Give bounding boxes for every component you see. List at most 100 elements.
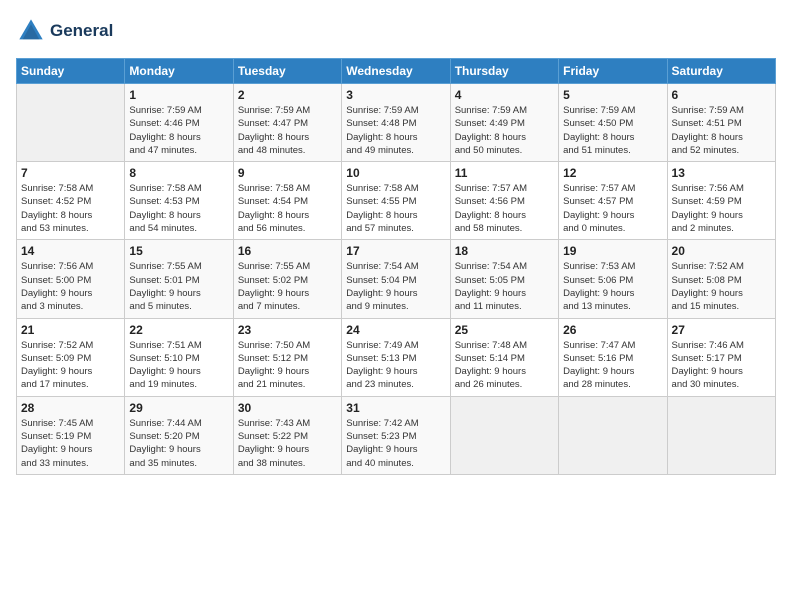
day-info: Sunrise: 7:58 AM Sunset: 4:54 PM Dayligh… [238,182,337,235]
day-info: Sunrise: 7:49 AM Sunset: 5:13 PM Dayligh… [346,339,445,392]
day-info: Sunrise: 7:59 AM Sunset: 4:51 PM Dayligh… [672,104,771,157]
calendar-cell: 4 Sunrise: 7:59 AM Sunset: 4:49 PM Daylig… [450,84,558,162]
calendar-cell: 2 Sunrise: 7:59 AM Sunset: 4:47 PM Daylig… [233,84,341,162]
day-number: 24 [346,323,445,337]
day-info: Sunrise: 7:59 AM Sunset: 4:47 PM Dayligh… [238,104,337,157]
day-info: Sunrise: 7:42 AM Sunset: 5:23 PM Dayligh… [346,417,445,470]
day-info: Sunrise: 7:56 AM Sunset: 4:59 PM Dayligh… [672,182,771,235]
day-number: 22 [129,323,228,337]
day-number: 11 [455,166,554,180]
calendar-cell: 3Sunrise: 7:59 AM Sunset: 4:48 PM Daylig… [342,84,450,162]
day-number: 27 [672,323,771,337]
day-info: Sunrise: 7:48 AM Sunset: 5:14 PM Dayligh… [455,339,554,392]
calendar-cell [450,396,558,474]
day-number: 13 [672,166,771,180]
day-info: Sunrise: 7:54 AM Sunset: 5:04 PM Dayligh… [346,260,445,313]
calendar-body: 1 Sunrise: 7:59 AM Sunset: 4:46 PM Daylig… [17,84,776,475]
day-info: Sunrise: 7:59 AM Sunset: 4:49 PM Dayligh… [455,104,554,157]
day-info: Sunrise: 7:51 AM Sunset: 5:10 PM Dayligh… [129,339,228,392]
calendar-cell: 30 Sunrise: 7:43 AM Sunset: 5:22 PM Dayli… [233,396,341,474]
day-number: 29 [129,401,228,415]
day-info: Sunrise: 7:59 AM Sunset: 4:50 PM Dayligh… [563,104,662,157]
calendar-cell: 9 Sunrise: 7:58 AM Sunset: 4:54 PM Daylig… [233,162,341,240]
day-number: 23 [238,323,337,337]
calendar-cell: 14Sunrise: 7:56 AM Sunset: 5:00 PM Dayli… [17,240,125,318]
weekday-header-thursday: Thursday [450,59,558,84]
header: General [16,16,776,46]
calendar-cell: 22 Sunrise: 7:51 AM Sunset: 5:10 PM Dayli… [125,318,233,396]
day-info: Sunrise: 7:58 AM Sunset: 4:55 PM Dayligh… [346,182,445,235]
day-info: Sunrise: 7:52 AM Sunset: 5:08 PM Dayligh… [672,260,771,313]
day-number: 9 [238,166,337,180]
logo-icon [16,16,46,46]
day-info: Sunrise: 7:58 AM Sunset: 4:52 PM Dayligh… [21,182,120,235]
calendar-cell: 17 Sunrise: 7:54 AM Sunset: 5:04 PM Dayli… [342,240,450,318]
day-number: 25 [455,323,554,337]
day-number: 17 [346,244,445,258]
day-number: 30 [238,401,337,415]
day-info: Sunrise: 7:55 AM Sunset: 5:02 PM Dayligh… [238,260,337,313]
calendar-cell: 28 Sunrise: 7:45 AM Sunset: 5:19 PM Dayli… [17,396,125,474]
calendar-cell [17,84,125,162]
day-number: 18 [455,244,554,258]
calendar-cell: 5 Sunrise: 7:59 AM Sunset: 4:50 PM Daylig… [559,84,667,162]
day-number: 8 [129,166,228,180]
calendar-cell: 18 Sunrise: 7:54 AM Sunset: 5:05 PM Dayli… [450,240,558,318]
day-info: Sunrise: 7:59 AM Sunset: 4:46 PM Dayligh… [129,104,228,157]
weekday-header-tuesday: Tuesday [233,59,341,84]
day-info: Sunrise: 7:44 AM Sunset: 5:20 PM Dayligh… [129,417,228,470]
day-info: Sunrise: 7:54 AM Sunset: 5:05 PM Dayligh… [455,260,554,313]
calendar-cell: 25 Sunrise: 7:48 AM Sunset: 5:14 PM Dayli… [450,318,558,396]
weekday-header-saturday: Saturday [667,59,775,84]
day-number: 1 [129,88,228,102]
calendar-cell: 23 Sunrise: 7:50 AM Sunset: 5:12 PM Dayli… [233,318,341,396]
weekday-header-friday: Friday [559,59,667,84]
day-number: 2 [238,88,337,102]
calendar-cell [667,396,775,474]
day-info: Sunrise: 7:56 AM Sunset: 5:00 PM Dayligh… [21,260,120,313]
day-info: Sunrise: 7:50 AM Sunset: 5:12 PM Dayligh… [238,339,337,392]
day-number: 5 [563,88,662,102]
calendar-week-4: 21 Sunrise: 7:52 AM Sunset: 5:09 PM Dayli… [17,318,776,396]
calendar-cell [559,396,667,474]
calendar-cell: 13 Sunrise: 7:56 AM Sunset: 4:59 PM Dayli… [667,162,775,240]
day-info: Sunrise: 7:57 AM Sunset: 4:57 PM Dayligh… [563,182,662,235]
weekday-header-monday: Monday [125,59,233,84]
calendar-cell: 12Sunrise: 7:57 AM Sunset: 4:57 PM Dayli… [559,162,667,240]
day-number: 16 [238,244,337,258]
calendar-cell: 15Sunrise: 7:55 AM Sunset: 5:01 PM Dayli… [125,240,233,318]
calendar-table: SundayMondayTuesdayWednesdayThursdayFrid… [16,58,776,475]
calendar-cell: 31Sunrise: 7:42 AM Sunset: 5:23 PM Dayli… [342,396,450,474]
day-number: 21 [21,323,120,337]
weekday-header-row: SundayMondayTuesdayWednesdayThursdayFrid… [17,59,776,84]
calendar-cell: 27 Sunrise: 7:46 AM Sunset: 5:17 PM Dayli… [667,318,775,396]
day-number: 10 [346,166,445,180]
day-info: Sunrise: 7:53 AM Sunset: 5:06 PM Dayligh… [563,260,662,313]
day-info: Sunrise: 7:52 AM Sunset: 5:09 PM Dayligh… [21,339,120,392]
calendar-cell: 20Sunrise: 7:52 AM Sunset: 5:08 PM Dayli… [667,240,775,318]
day-info: Sunrise: 7:45 AM Sunset: 5:19 PM Dayligh… [21,417,120,470]
calendar-cell: 16 Sunrise: 7:55 AM Sunset: 5:02 PM Dayli… [233,240,341,318]
calendar-week-2: 7 Sunrise: 7:58 AM Sunset: 4:52 PM Daylig… [17,162,776,240]
day-number: 26 [563,323,662,337]
day-info: Sunrise: 7:55 AM Sunset: 5:01 PM Dayligh… [129,260,228,313]
day-info: Sunrise: 7:43 AM Sunset: 5:22 PM Dayligh… [238,417,337,470]
weekday-header-wednesday: Wednesday [342,59,450,84]
calendar-cell: 8 Sunrise: 7:58 AM Sunset: 4:53 PM Daylig… [125,162,233,240]
day-info: Sunrise: 7:58 AM Sunset: 4:53 PM Dayligh… [129,182,228,235]
weekday-header-sunday: Sunday [17,59,125,84]
day-info: Sunrise: 7:47 AM Sunset: 5:16 PM Dayligh… [563,339,662,392]
calendar-cell: 26 Sunrise: 7:47 AM Sunset: 5:16 PM Dayli… [559,318,667,396]
calendar-week-3: 14Sunrise: 7:56 AM Sunset: 5:00 PM Dayli… [17,240,776,318]
day-number: 28 [21,401,120,415]
logo: General [16,16,113,46]
calendar-cell: 1 Sunrise: 7:59 AM Sunset: 4:46 PM Daylig… [125,84,233,162]
logo-text: General [50,21,113,41]
calendar-week-5: 28 Sunrise: 7:45 AM Sunset: 5:19 PM Dayli… [17,396,776,474]
calendar-week-1: 1 Sunrise: 7:59 AM Sunset: 4:46 PM Daylig… [17,84,776,162]
day-info: Sunrise: 7:59 AM Sunset: 4:48 PM Dayligh… [346,104,445,157]
calendar-cell: 7 Sunrise: 7:58 AM Sunset: 4:52 PM Daylig… [17,162,125,240]
day-number: 4 [455,88,554,102]
day-number: 7 [21,166,120,180]
day-info: Sunrise: 7:46 AM Sunset: 5:17 PM Dayligh… [672,339,771,392]
